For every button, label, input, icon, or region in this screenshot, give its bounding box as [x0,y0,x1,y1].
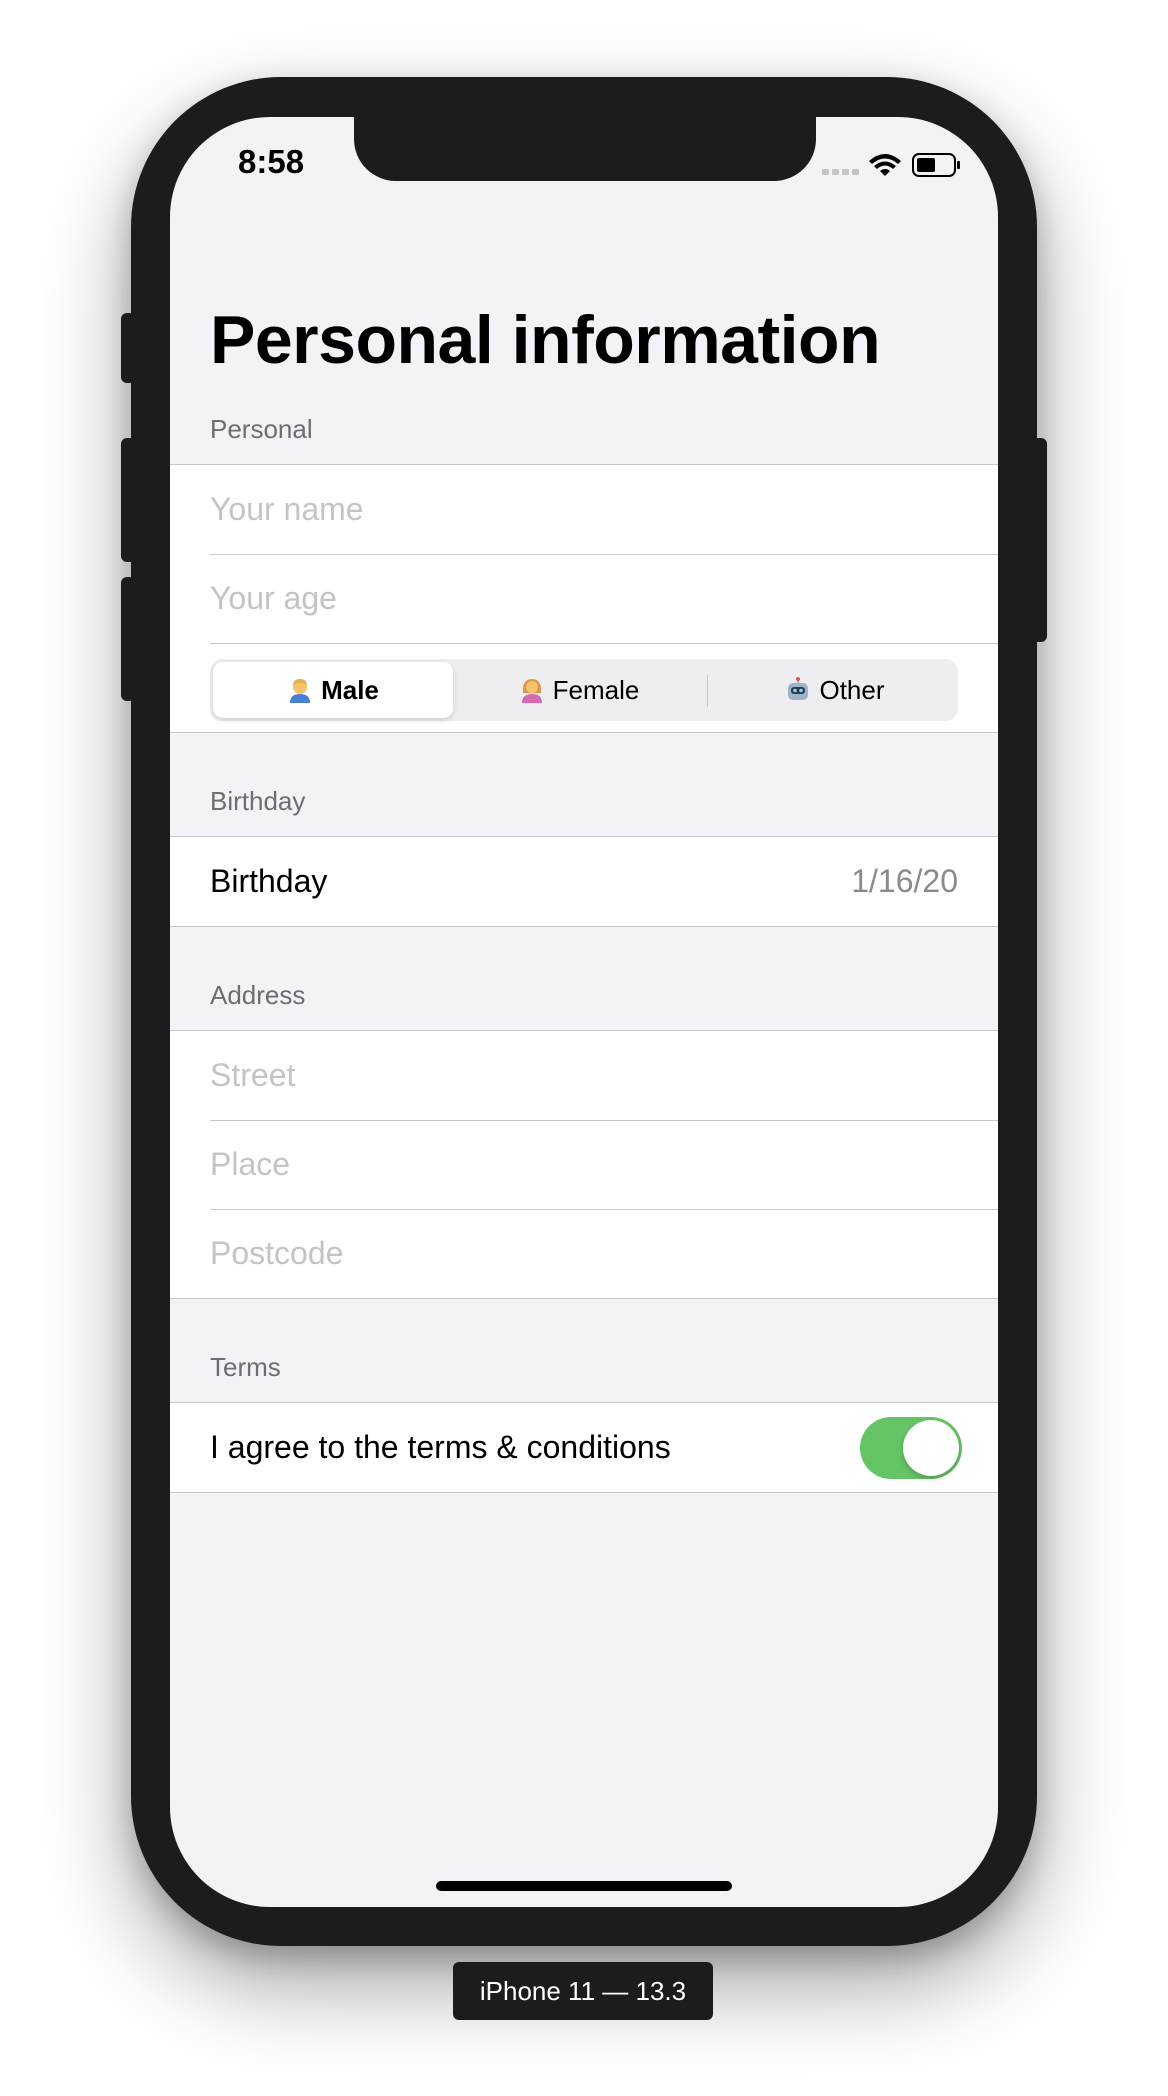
silent-switch [121,313,135,383]
terms-toggle[interactable] [860,1417,962,1479]
birthday-value[interactable]: 1/16/20 [851,837,958,926]
section-header-personal: Personal [210,414,313,444]
volume-up-button [121,438,135,562]
birthday-row[interactable]: Birthday 1/16/20 [170,837,998,926]
segment-male[interactable]: Male [213,662,453,718]
age-row [170,554,998,643]
name-row [170,465,998,554]
man-emoji-icon [290,679,311,703]
section-header-birthday: Birthday [210,786,306,816]
personal-group: Male Female [170,464,998,733]
segment-other-label: Other [819,674,885,705]
gender-segmented-control[interactable]: Male Female Other [210,659,958,721]
section-header-terms: Terms [210,1352,281,1382]
notch [354,117,816,181]
segment-female-label: Female [552,674,640,705]
name-input[interactable] [210,465,950,554]
power-button [1033,438,1047,642]
street-row [170,1031,998,1120]
place-row [170,1120,998,1209]
place-input[interactable] [210,1120,950,1209]
age-input[interactable] [210,554,950,643]
section-header-address: Address [210,980,306,1010]
gender-row: Male Female Other [170,643,998,732]
home-indicator[interactable] [436,1881,732,1891]
robot-emoji-icon [788,677,809,700]
phone-screen: 8:58 Personal information Personal Your … [170,117,998,1907]
page-title: Personal information [210,302,881,378]
postcode-input[interactable] [210,1209,950,1298]
terms-row: I agree to the terms & conditions [170,1403,998,1492]
birthday-group: Birthday 1/16/20 [170,836,998,927]
address-group [170,1030,998,1299]
terms-group: I agree to the terms & conditions [170,1402,998,1493]
status-time: 8:58 [238,143,305,180]
segment-other[interactable]: Other [715,662,955,718]
battery-icon [912,153,960,177]
cellular-dots-icon [822,169,859,175]
street-input[interactable] [210,1031,950,1120]
segment-divider [707,675,708,707]
toggle-knob[interactable] [903,1420,959,1476]
postcode-row [170,1209,998,1298]
terms-label: I agree to the terms & conditions [210,1429,671,1465]
wifi-icon [869,154,901,176]
simulator-device-label: iPhone 11 — 13.3 [453,1962,713,2020]
segment-male-label: Male [321,674,379,705]
status-icons [822,151,962,177]
segment-female[interactable]: Female [459,662,699,718]
birthday-label: Birthday [210,863,328,899]
volume-down-button [121,577,135,701]
woman-emoji-icon [521,679,542,703]
